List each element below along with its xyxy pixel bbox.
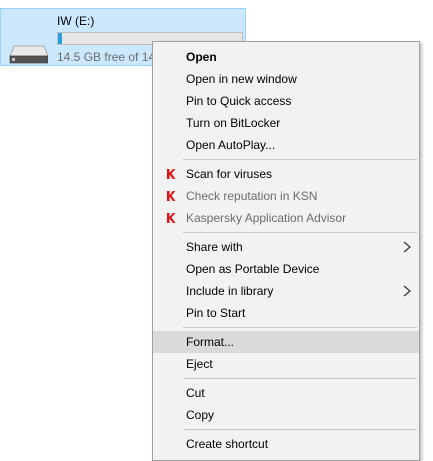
menu-item-label: Check reputation in KSN (186, 189, 318, 203)
menu-item-create-shortcut[interactable]: Create shortcut (153, 433, 419, 455)
menu-item-copy[interactable]: Copy (153, 404, 419, 426)
menu-item-pin-start[interactable]: Pin to Start (153, 302, 419, 324)
menu-item-eject[interactable]: Eject (153, 353, 419, 375)
drive-space-text: 14.5 GB free of 14 (57, 50, 156, 64)
drive-name: IW (E:) (57, 14, 95, 28)
menu-item-label: Scan for viruses (186, 167, 273, 181)
kaspersky-icon (167, 213, 176, 223)
menu-separator (183, 429, 417, 430)
menu-item-portable-device[interactable]: Open as Portable Device (153, 258, 419, 280)
kaspersky-icon (167, 191, 176, 201)
menu-separator (183, 378, 417, 379)
menu-item-kaspersky-advisor[interactable]: Kaspersky Application Advisor (153, 207, 419, 229)
menu-item-autoplay[interactable]: Open AutoPlay... (153, 134, 419, 156)
menu-separator (183, 232, 417, 233)
menu-item-include-library[interactable]: Include in library (153, 280, 419, 302)
menu-item-open[interactable]: Open (153, 46, 419, 68)
drive-usage-fill (58, 33, 62, 44)
menu-separator (183, 159, 417, 160)
menu-item-format[interactable]: Format... (153, 331, 419, 353)
menu-item-open-new-window[interactable]: Open in new window (153, 68, 419, 90)
drive-icon (9, 45, 48, 64)
menu-item-label: Kaspersky Application Advisor (186, 211, 347, 225)
kaspersky-icon (167, 169, 176, 179)
menu-separator (183, 327, 417, 328)
menu-item-check-reputation[interactable]: Check reputation in KSN (153, 185, 419, 207)
chevron-right-icon (403, 285, 411, 297)
menu-item-share-with[interactable]: Share with (153, 236, 419, 258)
menu-item-scan-viruses[interactable]: Scan for viruses (153, 163, 419, 185)
menu-item-bitlocker[interactable]: Turn on BitLocker (153, 112, 419, 134)
chevron-right-icon (403, 241, 411, 253)
menu-item-label: Include in library (186, 284, 274, 298)
menu-item-cut[interactable]: Cut (153, 382, 419, 404)
context-menu: Open Open in new window Pin to Quick acc… (152, 41, 420, 461)
menu-item-pin-quick-access[interactable]: Pin to Quick access (153, 90, 419, 112)
menu-item-label: Share with (186, 240, 243, 254)
